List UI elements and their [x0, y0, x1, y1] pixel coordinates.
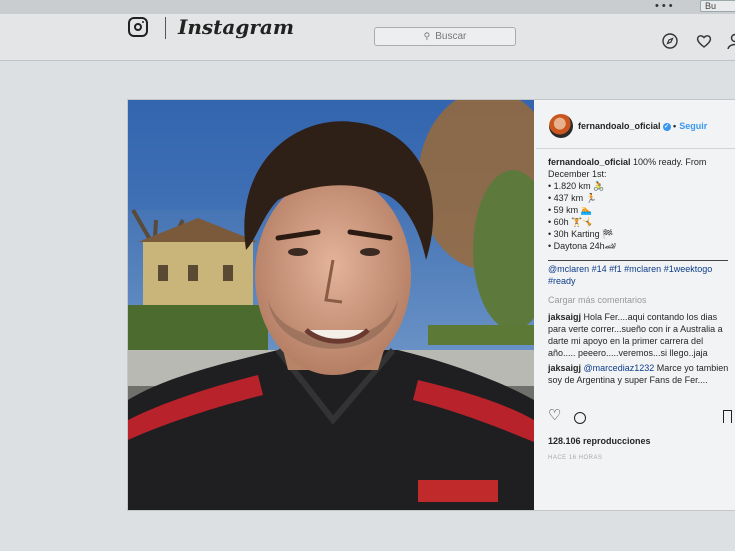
- like-heart-icon[interactable]: ♡: [548, 408, 561, 423]
- post-actions: ♡: [548, 408, 735, 428]
- post-card: fernandoalo_oficial ✓ • Seguir fernandoalo…: [127, 99, 735, 511]
- comment-icon[interactable]: [574, 412, 586, 424]
- comment-mention[interactable]: @marcediaz1232: [584, 363, 655, 373]
- comment: jaksaigj @marcediaz1232 Marce yo tambien…: [548, 362, 733, 386]
- instagram-header: Instagram ⚲ Buscar: [0, 14, 735, 61]
- instagram-camera-icon[interactable]: [128, 17, 148, 37]
- caption-line: • 1.820 km 🚴: [548, 181, 605, 191]
- caption-line: 100% ready. From: [633, 157, 707, 167]
- search-icon: ⚲: [423, 31, 431, 41]
- view-count: 128.106 reproducciones: [548, 436, 651, 446]
- post-hashtags[interactable]: @mclaren #14 #f1 #mclaren #1weektogo #re…: [548, 260, 728, 287]
- post-caption: fernandoalo_oficial 100% ready. From Dec…: [548, 156, 728, 252]
- profile-icon[interactable]: [727, 33, 735, 49]
- post-side-panel: fernandoalo_oficial ✓ • Seguir fernandoalo…: [536, 100, 735, 510]
- caption-username[interactable]: fernandoalo_oficial: [548, 157, 631, 167]
- post-timestamp: HACE 16 HORAS: [548, 455, 603, 461]
- more-menu-icon[interactable]: •••: [655, 0, 676, 12]
- post-video[interactable]: [128, 100, 534, 510]
- browser-chrome: ••• Bu: [0, 0, 735, 14]
- avatar[interactable]: [549, 114, 573, 138]
- browser-address-fragment[interactable]: Bu: [700, 0, 735, 12]
- search-input[interactable]: ⚲ Buscar: [374, 27, 516, 46]
- comment-username[interactable]: jaksaigj: [548, 363, 581, 373]
- verified-badge-icon: ✓: [662, 122, 671, 131]
- search-placeholder: Buscar: [435, 31, 467, 42]
- instagram-wordmark[interactable]: Instagram: [178, 15, 294, 39]
- comment-username[interactable]: jaksaigj: [548, 312, 581, 322]
- follow-button[interactable]: Seguir: [679, 121, 707, 131]
- caption-line: December 1st:: [548, 169, 607, 179]
- compass-icon[interactable]: [662, 33, 678, 49]
- caption-line: • 437 km 🏃: [548, 193, 597, 203]
- bookmark-icon[interactable]: [723, 410, 732, 423]
- caption-line: • 30h Karting 🏁: [548, 229, 614, 239]
- caption-line: • 59 km 🏊: [548, 205, 592, 215]
- comment: jaksaigj Hola Fer....aqui contando los d…: [548, 311, 733, 359]
- caption-line: • 60h 🏋🤸: [548, 217, 594, 227]
- logo-divider: [165, 17, 166, 39]
- load-more-comments-button[interactable]: Cargar más comentarios: [548, 294, 647, 306]
- author-username[interactable]: fernandoalo_oficial: [578, 121, 661, 131]
- heart-icon[interactable]: [696, 33, 712, 49]
- post-author: fernandoalo_oficial ✓ • Seguir: [578, 121, 708, 131]
- post-header: fernandoalo_oficial ✓ • Seguir: [536, 100, 735, 149]
- caption-line: • Daytona 24h🏎: [548, 241, 617, 251]
- selfie-photo: [128, 100, 534, 510]
- main-feed: fernandoalo_oficial ✓ • Seguir fernandoalo…: [0, 61, 735, 551]
